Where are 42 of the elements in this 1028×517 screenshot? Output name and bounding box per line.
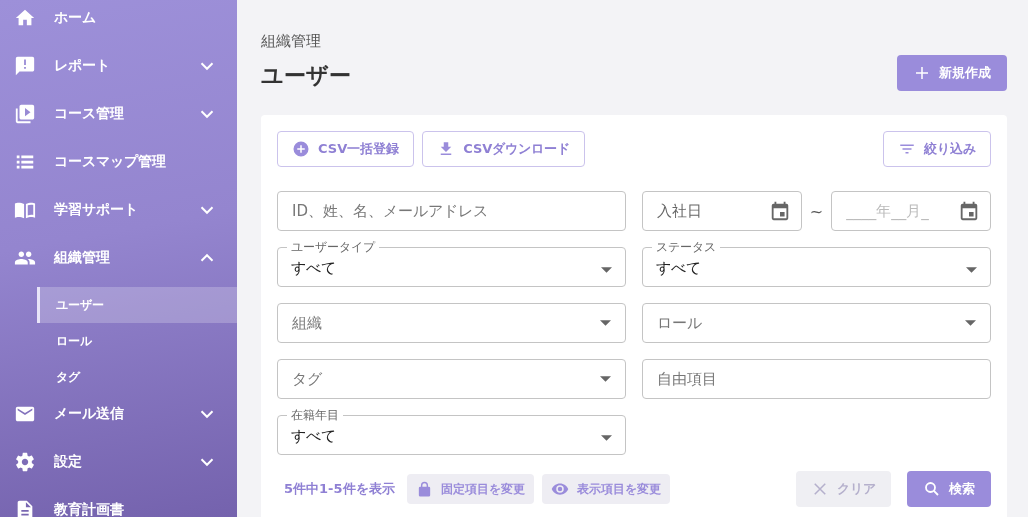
date-field[interactable]: 入社日 [642,191,802,231]
select-field[interactable]: タグ [277,359,626,399]
page-title: ユーザー [261,62,351,90]
text-field[interactable]: ID、姓、名、メールアドレス [277,191,626,231]
select-field[interactable]: ロール [642,303,991,343]
close-icon [811,480,829,498]
settings-icon [14,451,36,473]
dropdown-caret-icon [966,267,977,273]
csv-download-button[interactable]: CSVダウンロード [422,131,586,167]
video-library-icon [14,103,36,125]
sidebar-item[interactable]: 教育計画書 [0,486,237,517]
fixed-columns-button[interactable]: 固定項目を変更 [406,474,534,504]
sidebar-item[interactable]: コースマップ管理 [0,138,237,186]
select-field[interactable]: 組織 [277,303,626,343]
calendar-icon[interactable] [958,200,980,222]
csv-import-button[interactable]: CSV一括登録 [277,131,415,167]
eye-icon [550,480,569,498]
dropdown-caret-icon [601,267,612,273]
date-field[interactable]: ____年__月_ [831,191,991,231]
sidebar-item[interactable]: 組織管理 [0,234,237,282]
sidebar-subitem[interactable]: ユーザー [37,287,237,323]
new-button[interactable]: 新規作成 [897,55,1007,91]
text-field[interactable]: 自由項目 [642,359,991,399]
sidebar-subitem[interactable]: ロール [37,323,237,359]
dropdown-caret-icon [600,376,611,382]
search-button[interactable]: 検索 [907,471,991,507]
result-count: 5件中1-5件を表示 [284,480,395,498]
visible-columns-button[interactable]: 表示項目を変更 [541,474,670,504]
dropdown-caret-icon [600,320,611,326]
sidebar-item[interactable]: コース管理 [0,90,237,138]
sidebar-item[interactable]: レポート [0,42,237,90]
speech-bubble-icon [14,55,36,77]
dropdown-caret-icon [965,320,976,326]
sidebar-item[interactable]: 設定 [0,438,237,486]
search-icon [923,480,941,498]
filter-button[interactable]: 絞り込み [883,131,991,167]
breadcrumb: 組織管理 [261,32,322,51]
range-separator: ~ [809,201,824,221]
plus-icon [913,64,931,82]
sidebar-item[interactable]: ホーム [0,0,237,42]
sidebar-item[interactable]: 学習サポート [0,186,237,234]
dropdown-caret-icon [601,435,612,441]
